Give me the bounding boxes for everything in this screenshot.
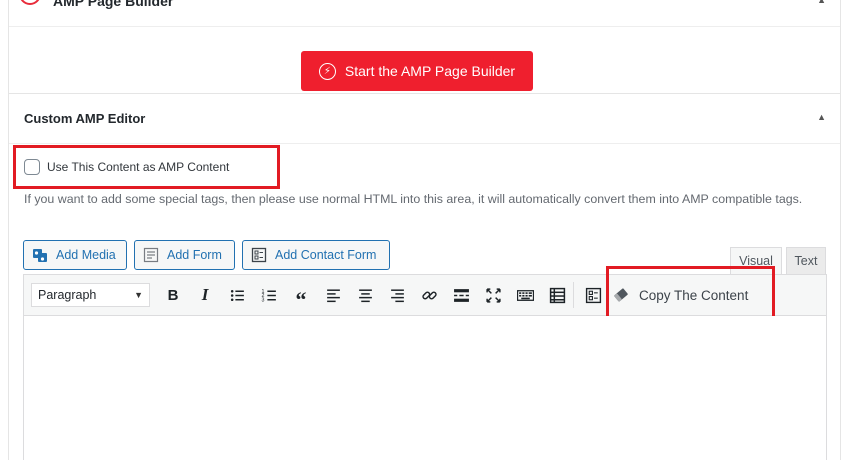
add-form-button[interactable]: Add Form — [134, 240, 235, 270]
collapse-toggle-icon[interactable]: ▲ — [817, 0, 826, 5]
add-form-label: Add Form — [167, 248, 222, 262]
bold-button[interactable]: B — [157, 282, 189, 308]
align-right-icon — [390, 288, 404, 302]
align-left-icon — [326, 288, 340, 302]
collapse-toggle-icon[interactable]: ▲ — [817, 112, 826, 122]
table-button[interactable] — [541, 282, 573, 308]
align-right-button[interactable] — [381, 282, 413, 308]
table-icon — [549, 287, 565, 303]
format-select-value: Paragraph — [38, 288, 97, 302]
bold-icon: B — [167, 286, 179, 304]
panel-header[interactable]: Custom AMP Editor ▲ — [9, 94, 840, 144]
keyboard-icon — [516, 289, 534, 301]
chevron-down-icon: ▼ — [134, 290, 143, 300]
add-media-label: Add Media — [56, 248, 116, 262]
start-amp-page-builder-label: Start the AMP Page Builder — [344, 63, 516, 79]
panel-title: AMP Page Builder — [53, 0, 174, 9]
contact-form-icon — [251, 247, 267, 263]
bulleted-list-icon — [230, 289, 244, 301]
editor-content-area[interactable] — [23, 316, 827, 460]
contact-form-toolbar-button[interactable] — [577, 282, 609, 308]
numbered-list-button[interactable]: 123 — [253, 282, 285, 308]
format-select[interactable]: Paragraph ▼ — [31, 283, 150, 307]
svg-text:3: 3 — [261, 297, 264, 303]
align-center-button[interactable] — [349, 282, 381, 308]
blockquote-button[interactable]: “ — [285, 282, 317, 312]
panel-header[interactable]: AMP Page Builder ▲ — [9, 0, 840, 27]
read-more-icon — [453, 288, 469, 302]
read-more-button[interactable] — [445, 282, 477, 308]
italic-icon: I — [201, 285, 209, 304]
quote-icon: “ — [295, 286, 307, 312]
align-left-button[interactable] — [317, 282, 349, 308]
start-amp-page-builder-button[interactable]: ⚡ Start the AMP Page Builder — [301, 51, 533, 91]
align-center-icon — [358, 288, 372, 302]
italic-button[interactable]: I — [189, 282, 221, 308]
add-contact-form-button[interactable]: Add Contact Form — [242, 240, 390, 270]
amp-logo-icon — [19, 0, 41, 5]
form-icon — [143, 247, 159, 263]
toolbar-divider — [573, 282, 574, 308]
keyboard-shortcuts-button[interactable] — [509, 282, 541, 308]
link-icon — [421, 291, 437, 299]
fullscreen-button[interactable] — [477, 282, 509, 308]
form-icon — [585, 287, 601, 303]
panel-title: Custom AMP Editor — [24, 111, 146, 126]
toolbar-buttons: B I 123 “ — [157, 282, 609, 312]
insert-link-button[interactable] — [413, 282, 445, 308]
highlight-box — [13, 145, 280, 189]
help-text: If you want to add some special tags, th… — [24, 192, 803, 206]
bulleted-list-button[interactable] — [221, 282, 253, 308]
tab-text[interactable]: Text — [786, 247, 826, 274]
add-contact-form-label: Add Contact Form — [275, 248, 377, 262]
numbered-list-icon: 123 — [261, 288, 276, 303]
highlight-box — [606, 266, 775, 321]
bolt-icon: ⚡ — [318, 62, 336, 80]
media-icon — [32, 247, 48, 263]
fullscreen-icon — [485, 287, 501, 303]
add-media-button[interactable]: Add Media — [23, 240, 127, 270]
